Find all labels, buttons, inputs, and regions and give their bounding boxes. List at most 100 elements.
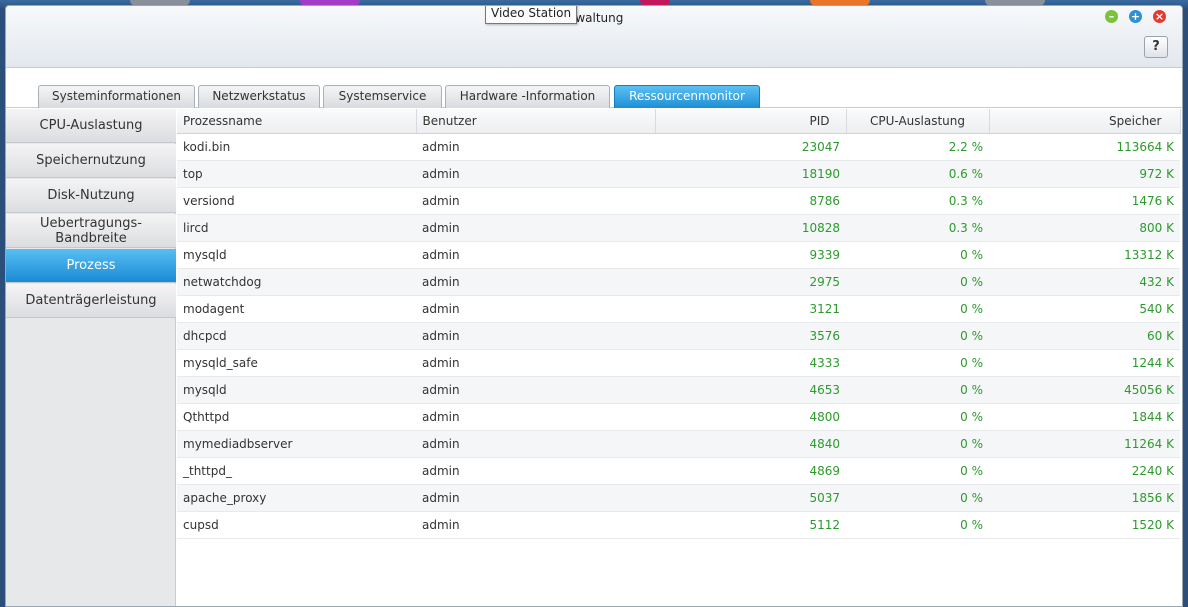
table-row[interactable]: modagent admin 3121 0 % 540 K	[177, 295, 1180, 323]
process-user-cell: admin	[416, 484, 655, 512]
maximize-icon[interactable]: +	[1129, 10, 1142, 23]
process-memory-cell: 800 K	[989, 214, 1180, 242]
process-pid-cell: 3121	[655, 295, 846, 323]
process-name-cell: top	[177, 160, 416, 188]
process-pid-cell: 4800	[655, 403, 846, 431]
tooltip-video-station: Video Station	[485, 6, 578, 24]
process-pid-cell: 3576	[655, 322, 846, 350]
tab-bar: Systeminformationen Netzwerkstatus Syste…	[6, 68, 1182, 108]
process-memory-cell: 1520 K	[989, 511, 1180, 539]
process-user-cell: admin	[416, 430, 655, 458]
process-cpu-cell: 0.3 %	[846, 214, 989, 242]
process-cpu-cell: 0 %	[846, 322, 989, 350]
process-pid-cell: 9339	[655, 241, 846, 269]
table-row[interactable]: mysqld admin 9339 0 % 13312 K	[177, 241, 1180, 269]
process-memory-cell: 432 K	[989, 268, 1180, 296]
process-name-cell: mysqld_safe	[177, 349, 416, 377]
process-name-cell: netwatchdog	[177, 268, 416, 296]
process-name-cell: lircd	[177, 214, 416, 242]
table-row[interactable]: kodi.bin admin 23047 2.2 % 113664 K	[177, 133, 1180, 161]
process-user-cell: admin	[416, 322, 655, 350]
process-memory-cell: 1856 K	[989, 484, 1180, 512]
process-cpu-cell: 0 %	[846, 430, 989, 458]
sidebar-item-cpu-auslastung[interactable]: CPU-Auslastung	[6, 109, 176, 143]
close-icon[interactable]: ×	[1153, 10, 1166, 23]
table-row[interactable]: top admin 18190 0.6 % 972 K	[177, 160, 1180, 188]
table-header-row: Prozessname Benutzer PID CPU-Auslastung …	[177, 109, 1181, 134]
column-header-prozessname[interactable]: Prozessname	[177, 109, 417, 134]
process-memory-cell: 1244 K	[989, 349, 1180, 377]
table-row[interactable]: cupsd admin 5112 0 % 1520 K	[177, 511, 1180, 539]
process-user-cell: admin	[416, 214, 655, 242]
table-row[interactable]: netwatchdog admin 2975 0 % 432 K	[177, 268, 1180, 296]
process-user-cell: admin	[416, 511, 655, 539]
table-row[interactable]: mysqld_safe admin 4333 0 % 1244 K	[177, 349, 1180, 377]
sidebar: CPU-Auslastung Speichernutzung Disk-Nutz…	[6, 109, 176, 606]
process-user-cell: admin	[416, 187, 655, 215]
sidebar-item-speichernutzung[interactable]: Speichernutzung	[6, 144, 176, 178]
process-pid-cell: 5037	[655, 484, 846, 512]
process-name-cell: apache_proxy	[177, 484, 416, 512]
process-user-cell: admin	[416, 160, 655, 188]
process-pid-cell: 18190	[655, 160, 846, 188]
sidebar-item-disk-nutzung[interactable]: Disk-Nutzung	[6, 179, 176, 213]
process-memory-cell: 1844 K	[989, 403, 1180, 431]
table-row[interactable]: versiond admin 8786 0.3 % 1476 K	[177, 187, 1180, 215]
tab-ressourcenmonitor[interactable]: Ressourcenmonitor	[614, 85, 760, 108]
process-user-cell: admin	[416, 268, 655, 296]
process-user-cell: admin	[416, 403, 655, 431]
table-row[interactable]: mymediadbserver admin 4840 0 % 11264 K	[177, 430, 1180, 458]
column-header-benutzer[interactable]: Benutzer	[416, 109, 656, 134]
process-memory-cell: 13312 K	[989, 241, 1180, 269]
table-row[interactable]: _thttpd_ admin 4869 0 % 2240 K	[177, 457, 1180, 485]
process-user-cell: admin	[416, 376, 655, 404]
process-memory-cell: 1476 K	[989, 187, 1180, 215]
process-cpu-cell: 0 %	[846, 457, 989, 485]
table-row[interactable]: apache_proxy admin 5037 0 % 1856 K	[177, 484, 1180, 512]
process-name-cell: kodi.bin	[177, 133, 416, 161]
column-header-pid[interactable]: PID	[655, 109, 847, 134]
process-cpu-cell: 0 %	[846, 376, 989, 404]
process-table: Prozessname Benutzer PID CPU-Auslastung …	[177, 109, 1181, 539]
process-cpu-cell: 2.2 %	[846, 133, 989, 161]
process-pid-cell: 4653	[655, 376, 846, 404]
minimize-icon[interactable]: –	[1105, 10, 1118, 23]
tab-systeminformationen[interactable]: Systeminformationen	[38, 85, 195, 108]
process-name-cell: _thttpd_	[177, 457, 416, 485]
process-table-panel: Prozessname Benutzer PID CPU-Auslastung …	[177, 109, 1182, 606]
tab-hardware-information[interactable]: Hardware -Information	[445, 85, 610, 108]
process-user-cell: admin	[416, 241, 655, 269]
process-cpu-cell: 0 %	[846, 241, 989, 269]
process-pid-cell: 8786	[655, 187, 846, 215]
column-header-cpu-auslastung[interactable]: CPU-Auslastung	[846, 109, 990, 134]
table-row[interactable]: lircd admin 10828 0.3 % 800 K	[177, 214, 1180, 242]
tab-systemservice[interactable]: Systemservice	[323, 85, 442, 108]
process-pid-cell: 4333	[655, 349, 846, 377]
process-cpu-cell: 0 %	[846, 511, 989, 539]
table-row[interactable]: dhcpcd admin 3576 0 % 60 K	[177, 322, 1180, 350]
table-row[interactable]: Qthttpd admin 4800 0 % 1844 K	[177, 403, 1180, 431]
process-name-cell: cupsd	[177, 511, 416, 539]
process-pid-cell: 23047	[655, 133, 846, 161]
process-user-cell: admin	[416, 133, 655, 161]
process-name-cell: mysqld	[177, 376, 416, 404]
help-button[interactable]: ?	[1144, 36, 1168, 58]
tab-netzwerkstatus[interactable]: Netzwerkstatus	[198, 85, 320, 108]
window-titlebar[interactable]: erwaltung Video Station – + × ?	[6, 6, 1182, 68]
process-cpu-cell: 0.6 %	[846, 160, 989, 188]
process-pid-cell: 4840	[655, 430, 846, 458]
process-pid-cell: 10828	[655, 214, 846, 242]
sidebar-item-uebertragungs-bandbreite[interactable]: Uebertragungs-Bandbreite	[6, 214, 176, 248]
process-memory-cell: 540 K	[989, 295, 1180, 323]
process-memory-cell: 45056 K	[989, 376, 1180, 404]
process-memory-cell: 60 K	[989, 322, 1180, 350]
process-memory-cell: 11264 K	[989, 430, 1180, 458]
process-cpu-cell: 0 %	[846, 484, 989, 512]
sidebar-item-prozess[interactable]: Prozess	[6, 249, 176, 283]
process-cpu-cell: 0 %	[846, 268, 989, 296]
process-memory-cell: 113664 K	[989, 133, 1180, 161]
sidebar-item-datentraegerleistung[interactable]: Datenträgerleistung	[6, 284, 176, 318]
process-name-cell: Qthttpd	[177, 403, 416, 431]
table-row[interactable]: mysqld admin 4653 0 % 45056 K	[177, 376, 1180, 404]
column-header-speicher[interactable]: Speicher	[989, 109, 1181, 134]
